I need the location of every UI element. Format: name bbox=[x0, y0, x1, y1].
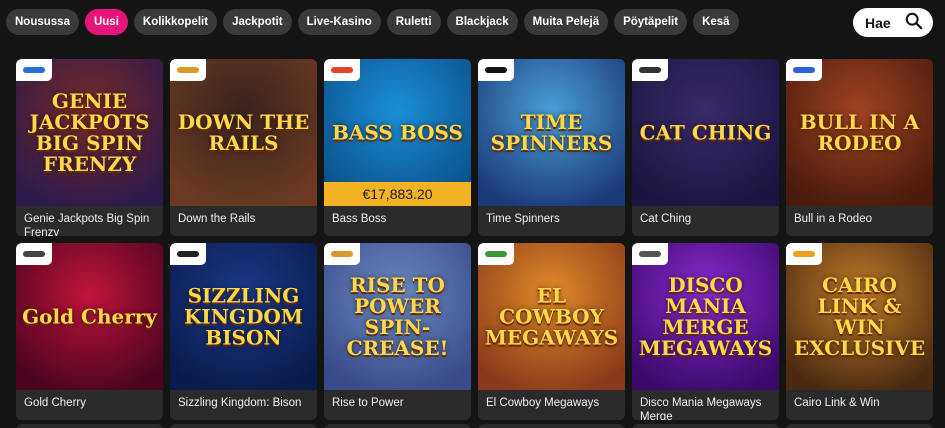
search-label: Hae bbox=[865, 14, 891, 31]
game-card[interactable]: DOWN THE RAILS Down the Rails bbox=[170, 59, 317, 236]
game-thumbnail[interactable]: DOWN THE RAILS bbox=[170, 59, 317, 206]
provider-badge bbox=[16, 243, 52, 265]
tab-poytapelit[interactable]: Pöytäpelit bbox=[614, 9, 688, 35]
game-logo: CAT CHING bbox=[639, 120, 772, 144]
game-title: Gold Cherry bbox=[24, 397, 86, 409]
game-logo: BULL IN A RODEO bbox=[799, 109, 920, 155]
game-card[interactable]: BULL IN A RODEO Bull in a Rodeo bbox=[786, 59, 933, 236]
game-thumbnail[interactable]: GENIE JACKPOTS BIG SPIN FRENZY bbox=[16, 59, 163, 206]
search-icon bbox=[905, 12, 923, 33]
game-title: Genie Jackpots Big Spin Frenzy bbox=[24, 213, 150, 236]
game-thumbnail[interactable]: CAT CHING bbox=[632, 59, 779, 206]
tab-kesa[interactable]: Kesä bbox=[693, 9, 739, 35]
game-title: Cat Ching bbox=[640, 213, 692, 225]
provider-logo-icon bbox=[639, 251, 661, 257]
game-title: El Cowboy Megaways bbox=[486, 397, 600, 409]
game-logo: RISE TO POWER SPIN-CREASE! bbox=[346, 272, 449, 360]
game-title: Down the Rails bbox=[178, 213, 256, 225]
game-thumbnail[interactable]: EL COWBOY MEGAWAYS bbox=[478, 243, 625, 390]
tab-live-kasino[interactable]: Live-Kasino bbox=[297, 9, 381, 35]
provider-badge bbox=[632, 59, 668, 81]
game-card-partial[interactable] bbox=[786, 424, 933, 428]
game-thumbnail[interactable]: DISCO MANIA MERGE MEGAWAYS bbox=[632, 243, 779, 390]
game-card-partial[interactable] bbox=[16, 424, 163, 428]
provider-badge bbox=[324, 243, 360, 265]
game-thumbnail[interactable]: Gold Cherry bbox=[16, 243, 163, 390]
game-card[interactable]: TIME SPINNERS Time Spinners bbox=[478, 59, 625, 236]
game-title: Time Spinners bbox=[486, 213, 560, 225]
game-title: Disco Mania Megaways Merge bbox=[640, 397, 762, 420]
tab-jackpotit[interactable]: Jackpotit bbox=[223, 9, 292, 35]
game-card[interactable]: Gold Cherry Gold Cherry bbox=[16, 243, 163, 420]
game-title: Sizzling Kingdom: Bison bbox=[178, 397, 302, 409]
provider-badge bbox=[786, 59, 822, 81]
search-button[interactable]: Hae bbox=[853, 8, 933, 37]
game-title: Rise to Power bbox=[332, 397, 404, 409]
provider-logo-icon bbox=[23, 251, 45, 257]
game-thumbnail[interactable]: CAIRO LINK & WIN EXCLUSIVE bbox=[786, 243, 933, 390]
tab-uusi[interactable]: Uusi bbox=[84, 9, 128, 35]
game-logo: SIZZLING KINGDOM BISON bbox=[183, 283, 303, 349]
provider-badge bbox=[170, 59, 206, 81]
game-card[interactable]: BASS BOSS €17,883.20 Bass Boss bbox=[324, 59, 471, 236]
game-thumbnail[interactable]: BASS BOSS €17,883.20 bbox=[324, 59, 471, 206]
provider-logo-icon bbox=[793, 251, 815, 257]
game-card[interactable]: RISE TO POWER SPIN-CREASE! Rise to Power bbox=[324, 243, 471, 420]
game-title: Bull in a Rodeo bbox=[794, 213, 872, 225]
game-card[interactable]: GENIE JACKPOTS BIG SPIN FRENZY Genie Jack… bbox=[16, 59, 163, 236]
game-card[interactable]: CAIRO LINK & WIN EXCLUSIVE Cairo Link & W… bbox=[786, 243, 933, 420]
game-grid: GENIE JACKPOTS BIG SPIN FRENZY Genie Jack… bbox=[16, 59, 933, 420]
provider-logo-icon bbox=[793, 67, 815, 73]
game-logo: TIME SPINNERS bbox=[490, 109, 613, 155]
game-card-partial[interactable] bbox=[478, 424, 625, 428]
game-card[interactable]: CAT CHING Cat Ching bbox=[632, 59, 779, 236]
provider-logo-icon bbox=[23, 67, 45, 73]
category-tabs: Nousussa Uusi Kolikkopelit Jackpotit Liv… bbox=[6, 9, 739, 35]
game-thumbnail[interactable]: RISE TO POWER SPIN-CREASE! bbox=[324, 243, 471, 390]
game-logo: DOWN THE RAILS bbox=[177, 109, 310, 155]
provider-badge bbox=[632, 243, 668, 265]
next-row-partial bbox=[16, 424, 933, 428]
provider-badge bbox=[478, 59, 514, 81]
provider-logo-icon bbox=[177, 67, 199, 73]
provider-badge bbox=[786, 243, 822, 265]
provider-badge bbox=[16, 59, 52, 81]
game-card[interactable]: SIZZLING KINGDOM BISON Sizzling Kingdom: … bbox=[170, 243, 317, 420]
provider-badge bbox=[478, 243, 514, 265]
tab-ruletti[interactable]: Ruletti bbox=[386, 9, 441, 35]
provider-logo-icon bbox=[485, 67, 507, 73]
game-card[interactable]: DISCO MANIA MERGE MEGAWAYS Disco Mania Me… bbox=[632, 243, 779, 420]
provider-logo-icon bbox=[639, 67, 661, 73]
provider-logo-icon bbox=[177, 251, 199, 257]
game-thumbnail[interactable]: SIZZLING KINGDOM BISON bbox=[170, 243, 317, 390]
tab-kolikkopelit[interactable]: Kolikkopelit bbox=[133, 9, 218, 35]
game-title: Cairo Link & Win bbox=[794, 397, 880, 409]
game-card[interactable]: EL COWBOY MEGAWAYS El Cowboy Megaways bbox=[478, 243, 625, 420]
provider-logo-icon bbox=[331, 67, 353, 73]
provider-badge bbox=[170, 243, 206, 265]
provider-badge bbox=[324, 59, 360, 81]
game-logo: EL COWBOY MEGAWAYS bbox=[484, 283, 619, 349]
tab-muita-peleja[interactable]: Muita Pelejä bbox=[523, 9, 609, 35]
game-logo: Gold Cherry bbox=[22, 304, 157, 328]
game-thumbnail[interactable]: BULL IN A RODEO bbox=[786, 59, 933, 206]
jackpot-amount: €17,883.20 bbox=[324, 182, 471, 206]
game-thumbnail[interactable]: TIME SPINNERS bbox=[478, 59, 625, 206]
provider-logo-icon bbox=[485, 251, 507, 257]
game-logo: GENIE JACKPOTS BIG SPIN FRENZY bbox=[29, 88, 150, 176]
game-card-partial[interactable] bbox=[324, 424, 471, 428]
tab-nousussa[interactable]: Nousussa bbox=[6, 9, 79, 35]
game-logo: BASS BOSS bbox=[332, 120, 463, 144]
game-card-partial[interactable] bbox=[170, 424, 317, 428]
game-logo: DISCO MANIA MERGE MEGAWAYS bbox=[638, 272, 773, 360]
provider-logo-icon bbox=[331, 251, 353, 257]
game-card-partial[interactable] bbox=[632, 424, 779, 428]
game-logo: CAIRO LINK & WIN EXCLUSIVE bbox=[793, 272, 926, 360]
tab-blackjack[interactable]: Blackjack bbox=[446, 9, 518, 35]
game-title: Bass Boss bbox=[332, 213, 387, 225]
